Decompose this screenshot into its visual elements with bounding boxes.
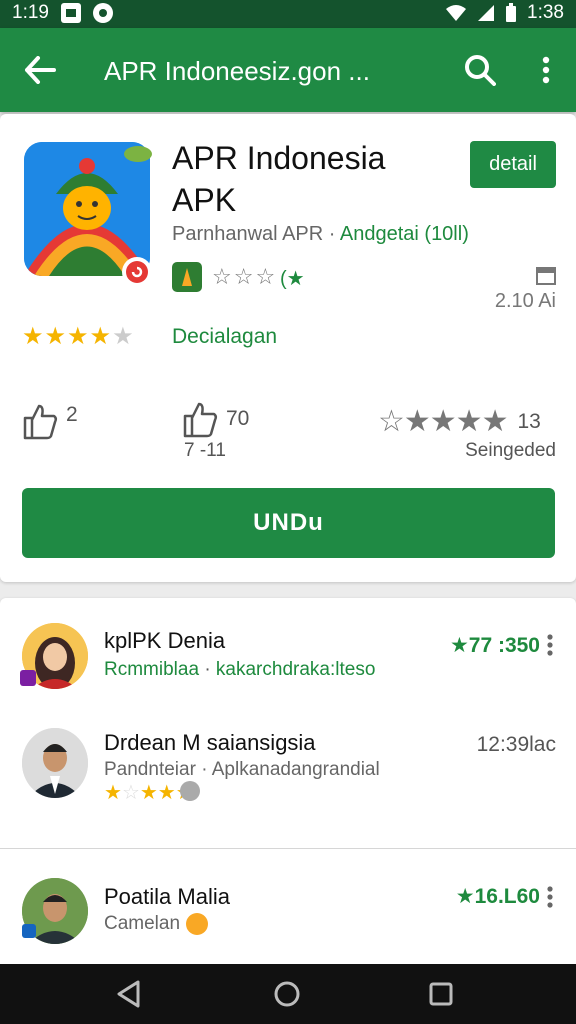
search-icon	[465, 55, 496, 86]
back-button[interactable]	[18, 48, 62, 92]
score-value: 13	[517, 409, 541, 433]
nav-recents-button[interactable]	[416, 974, 466, 1014]
review-score: ★77 :350	[449, 634, 540, 657]
review-meta: Camelan	[104, 913, 181, 934]
thumb-up-icon	[23, 404, 58, 440]
review-meta: Rcmmiblaa · kakarchdraka:lteso	[104, 659, 376, 680]
divider	[0, 848, 576, 849]
mini-rating-label: (★	[280, 268, 305, 290]
more-vert-icon[interactable]	[546, 886, 554, 908]
install-button[interactable]: UNDu	[22, 488, 555, 558]
mini-star-rating: ☆☆☆	[212, 264, 278, 289]
badge-icon	[122, 257, 152, 287]
more-vert-icon	[542, 56, 550, 84]
score-label: Seingeded	[465, 440, 556, 461]
emoji-icon	[180, 781, 200, 801]
leaf-icon	[124, 146, 152, 162]
nav-home-button[interactable]	[262, 974, 312, 1014]
thumbs-count: 70	[226, 407, 250, 430]
emoji-icon	[186, 913, 208, 935]
app-name-suffix: APK	[172, 182, 237, 218]
notification-icon	[60, 3, 81, 23]
rating-label[interactable]: Decialagan	[172, 325, 277, 349]
score-stars-icon: ☆★★★★	[378, 405, 508, 438]
app-category[interactable]: Andgetai (10ll)	[340, 223, 469, 245]
status-time-left: 1:19	[12, 2, 49, 23]
review-score: ★16.L60	[455, 885, 540, 908]
more-options-button[interactable]	[530, 48, 562, 92]
reviewer-name: Drdean M saiansigsia	[104, 730, 316, 755]
review-time: 12:39lac	[476, 733, 556, 756]
nav-back-button[interactable]	[104, 974, 154, 1014]
status-time-right: 1:38	[527, 2, 564, 23]
system-nav-bar	[0, 964, 576, 1024]
developer-line: Parnhanwal APR · Andgetai (10ll)	[172, 223, 469, 245]
triangle-back-icon	[117, 980, 140, 1008]
reviewer-name: Poatila Malia	[104, 884, 230, 909]
battery-icon	[506, 3, 517, 22]
signal-icon	[478, 5, 495, 21]
likes-count: 2	[66, 403, 78, 426]
editor-choice-icon	[172, 262, 202, 292]
likes-stat[interactable]: 2	[22, 402, 78, 440]
thumbs-stat[interactable]: 70	[182, 400, 249, 438]
reviewer-name: kplPK Denia	[104, 628, 226, 653]
rating-stars: ★★★★★	[22, 323, 135, 350]
sync-icon	[92, 3, 113, 23]
avatar[interactable]	[22, 728, 88, 798]
status-bar: 1:19 1:38	[0, 0, 576, 28]
wifi-icon	[446, 5, 467, 21]
developer-name[interactable]: Parnhanwal APR	[172, 223, 323, 245]
review-meta: Pandnteiar · Aplkanadangrandial	[104, 759, 380, 780]
detail-button[interactable]: detail	[470, 141, 556, 188]
verified-badge-icon	[20, 670, 36, 686]
app-size: 2.10 Ai	[494, 290, 556, 312]
app-bar: APR Indoneesiz.gon ...	[0, 28, 576, 112]
page-title: APR Indoneesiz.gon ...	[104, 56, 370, 86]
thumbs-sub: 7 -11	[184, 440, 226, 461]
square-recents-icon	[429, 982, 453, 1006]
thumb-up-outline-icon	[183, 402, 218, 438]
arrow-back-icon	[25, 56, 56, 84]
score-stat[interactable]: ☆★★★★ 13	[378, 404, 541, 439]
calendar-icon	[536, 267, 556, 285]
app-name: APR Indonesia	[172, 140, 386, 176]
circle-home-icon	[274, 981, 300, 1007]
search-button[interactable]	[458, 48, 502, 92]
more-vert-icon[interactable]	[546, 634, 554, 656]
verified-badge-icon	[22, 924, 36, 938]
